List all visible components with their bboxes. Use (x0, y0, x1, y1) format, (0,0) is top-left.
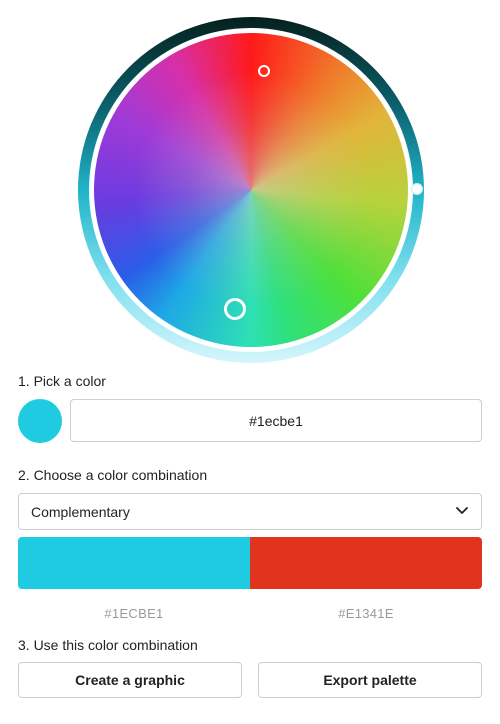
color-wheel-picker (0, 0, 500, 365)
combination-selected-value: Complementary (31, 504, 130, 520)
primary-color-handle[interactable] (224, 298, 246, 320)
create-graphic-button[interactable]: Create a graphic (18, 662, 242, 698)
combination-swatch (18, 537, 250, 589)
combination-select[interactable]: Complementary (18, 493, 482, 530)
combination-hex-label: #E1341E (338, 606, 394, 621)
hex-color-input[interactable] (70, 399, 482, 442)
complement-handle[interactable] (258, 65, 270, 77)
export-palette-button[interactable]: Export palette (258, 662, 482, 698)
pick-color-label: 1. Pick a color (18, 373, 106, 389)
selected-color-swatch (18, 399, 62, 443)
combination-hex-label: #1ECBE1 (104, 606, 164, 621)
combination-label: 2. Choose a color combination (18, 467, 208, 483)
hue-saturation-wheel[interactable] (94, 33, 408, 347)
use-combination-label: 3. Use this color combination (18, 637, 198, 653)
combination-preview (18, 537, 482, 589)
combination-swatch (250, 537, 482, 589)
lightness-handle[interactable] (411, 183, 423, 195)
chevron-down-icon (456, 507, 468, 514)
